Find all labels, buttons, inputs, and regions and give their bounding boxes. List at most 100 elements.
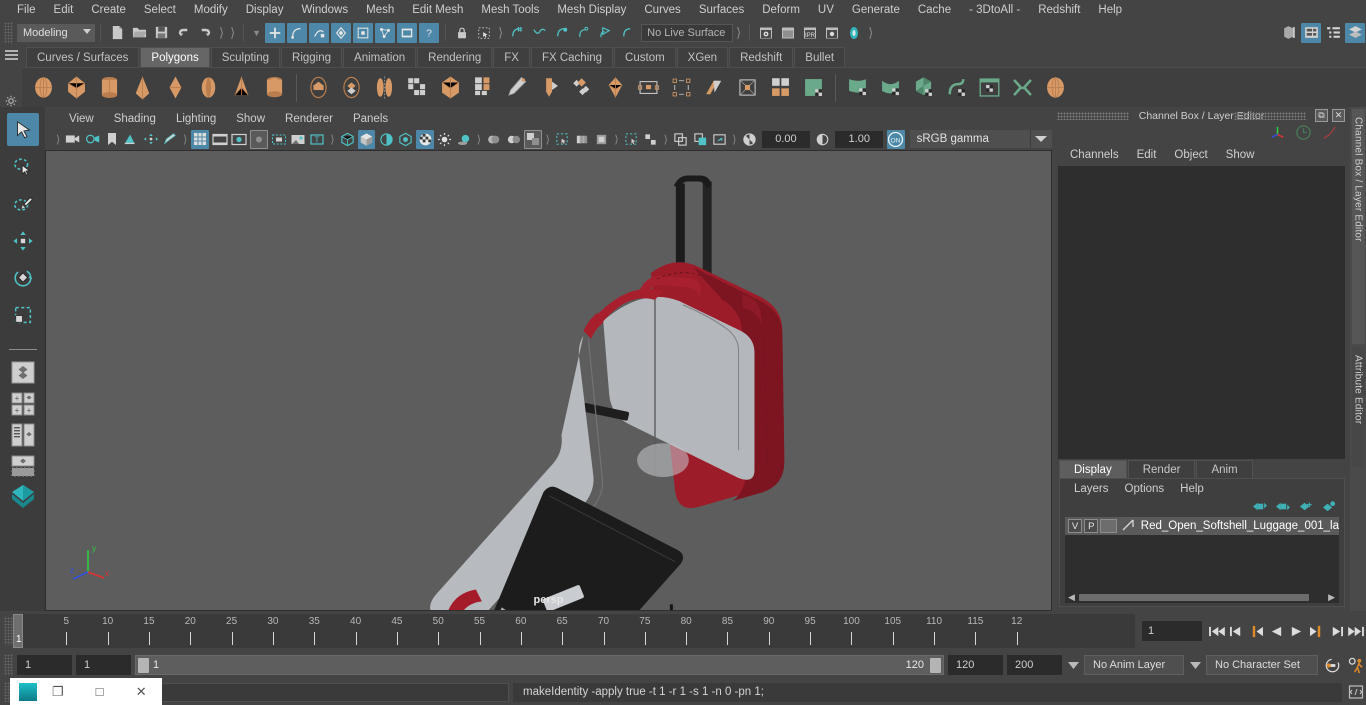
shelf-button-poly-cylinder[interactable] <box>94 72 125 103</box>
gamma-icon[interactable] <box>814 130 831 149</box>
shelf-tab-animation[interactable]: Animation <box>343 47 417 67</box>
channel-box-content[interactable] <box>1058 166 1345 459</box>
go-to-start-icon[interactable] <box>1206 620 1226 642</box>
modeling-toolkit-icon[interactable] <box>1279 23 1299 43</box>
shelf-tab-bullet[interactable]: Bullet <box>794 47 846 67</box>
shelf-button-poly-sculpt[interactable] <box>732 72 763 103</box>
layer-playback-toggle[interactable]: P <box>1084 519 1099 533</box>
layer-color-swatch[interactable] <box>1100 519 1117 533</box>
shelf-button-poly-extrude[interactable] <box>468 72 499 103</box>
menu-edit-mesh[interactable]: Edit Mesh <box>403 0 472 20</box>
layer-list[interactable]: V P Red_Open_Softshell_Luggage_001_la <box>1065 517 1339 591</box>
layer-menu-help[interactable]: Help <box>1172 483 1212 495</box>
shelf-button-uv-spherical[interactable] <box>908 72 939 103</box>
scroll-right-arrow[interactable]: ▶ <box>1328 592 1335 603</box>
status-line-grip[interactable] <box>4 21 13 44</box>
transform-manip-icon[interactable] <box>1269 124 1286 144</box>
shelf-tab-polygons[interactable]: Polygons <box>140 47 210 67</box>
hud-toggle-icon[interactable] <box>642 130 659 149</box>
color-space-selector[interactable]: sRGB gamma <box>909 130 1030 148</box>
channel-box-menu-show[interactable]: Show <box>1217 149 1264 161</box>
shelf-button-poly-reduce[interactable] <box>633 72 664 103</box>
shelf-button-poly-boolean-union[interactable] <box>303 72 334 103</box>
exposure-field[interactable]: 0.00 <box>762 130 810 148</box>
scroll-thumb[interactable] <box>1079 593 1309 601</box>
time-cursor[interactable]: 1 <box>13 614 23 648</box>
shelf-button-uv-snapshot[interactable] <box>1040 72 1071 103</box>
shadows-icon[interactable] <box>455 130 472 149</box>
step-back-keyframe-icon[interactable] <box>1226 620 1246 642</box>
snap-curve-icon[interactable] <box>529 23 549 43</box>
menu-redshift[interactable]: Redshift <box>1029 0 1089 20</box>
shelf-button-poly-cube[interactable] <box>61 72 92 103</box>
shelf-button-poly-torus[interactable] <box>160 72 191 103</box>
shelf-tab-fx[interactable]: FX <box>493 47 530 67</box>
layer-editor-tab-anim[interactable]: Anim <box>1196 460 1253 478</box>
anim-layer-dropdown-arrow[interactable] <box>1066 655 1080 675</box>
chevron-down-icon[interactable]: ▼ <box>249 28 264 38</box>
hypershade-icon[interactable] <box>844 23 864 43</box>
channel-box-menu-channels[interactable]: Channels <box>1061 149 1128 161</box>
scroll-left-arrow[interactable]: ◀ <box>1068 592 1075 603</box>
shelf-tab-redshift[interactable]: Redshift <box>729 47 794 67</box>
shelf-button-poly-mirror[interactable] <box>369 72 400 103</box>
xray-active-components-icon[interactable] <box>623 130 640 149</box>
menu-create[interactable]: Create <box>82 0 135 20</box>
time-slider[interactable]: 1 5 10 15 20 25 30 35 40 45 50 55 60 65 70 75 80 85 90 95 1… <box>13 614 1135 648</box>
shelf-button-uv-cylindrical[interactable] <box>875 72 906 103</box>
grid-toggle-icon[interactable] <box>191 129 209 149</box>
layer-visibility-toggle[interactable]: V <box>1068 519 1083 533</box>
new-layer-icon[interactable] <box>1298 500 1313 516</box>
character-set-dropdown-arrow[interactable] <box>1188 655 1202 675</box>
mask-hull-icon[interactable] <box>353 22 374 43</box>
maximize-window-icon[interactable]: □ <box>79 684 121 699</box>
textured-icon[interactable] <box>416 129 434 149</box>
menu-windows[interactable]: Windows <box>292 0 357 20</box>
shelf-button-poly-triangulate[interactable] <box>666 72 697 103</box>
lock-camera-icon[interactable] <box>84 130 101 149</box>
time-slider-grip[interactable] <box>4 617 13 645</box>
shelf-button-poly-smooth[interactable] <box>435 72 466 103</box>
select-camera-icon[interactable] <box>64 130 81 149</box>
field-chart-icon[interactable] <box>270 130 287 149</box>
curve-icon[interactable] <box>1321 124 1338 144</box>
rotate-tool[interactable] <box>7 261 39 294</box>
menu-cache[interactable]: Cache <box>909 0 960 20</box>
save-scene-icon[interactable] <box>151 23 171 43</box>
vtab-attribute-editor[interactable]: Attribute Editor <box>1351 347 1365 467</box>
menu-surfaces[interactable]: Surfaces <box>690 0 753 20</box>
four-view-layout[interactable]: + + + <box>8 391 38 417</box>
menu-select[interactable]: Select <box>135 0 185 20</box>
shelf-button-poly-bevel[interactable] <box>501 72 532 103</box>
move-layer-down-icon[interactable] <box>1275 500 1290 516</box>
maya-app-icon[interactable] <box>19 682 37 701</box>
restore-window-icon[interactable]: ❐ <box>37 684 79 700</box>
menu-help[interactable]: Help <box>1089 0 1131 20</box>
move-tool[interactable] <box>7 224 39 257</box>
current-frame-field[interactable]: 1 <box>1142 621 1202 641</box>
animation-preferences-icon[interactable] <box>1346 654 1366 676</box>
step-forward-keyframe-icon[interactable] <box>1326 620 1346 642</box>
mask-line-icon[interactable] <box>375 22 396 43</box>
single-perspective-layout[interactable] <box>8 360 38 386</box>
menu-file[interactable]: File <box>8 0 45 20</box>
menu-curves[interactable]: Curves <box>635 0 689 20</box>
menu-mesh-display[interactable]: Mesh Display <box>548 0 635 20</box>
layer-row[interactable]: V P Red_Open_Softshell_Luggage_001_la <box>1065 517 1339 535</box>
menu-edit[interactable]: Edit <box>45 0 83 20</box>
close-window-icon[interactable]: ✕ <box>120 684 162 700</box>
restore-icon[interactable]: ⧉ <box>1315 109 1328 122</box>
menu-modify[interactable]: Modify <box>185 0 237 20</box>
snap-view-plane-icon[interactable] <box>595 23 615 43</box>
panel-grip-left[interactable] <box>1057 111 1129 120</box>
select-tool[interactable] <box>6 113 39 146</box>
mask-face-icon[interactable] <box>397 22 418 43</box>
shelf-tab-sculpting[interactable]: Sculpting <box>210 47 281 67</box>
select-by-hierarchy-icon[interactable] <box>265 22 286 43</box>
smooth-shade-all-icon[interactable] <box>357 129 376 149</box>
viewport-menu-renderer[interactable]: Renderer <box>275 113 343 125</box>
shelf-button-poly-bridge[interactable] <box>534 72 565 103</box>
multisample-icon[interactable] <box>524 129 542 149</box>
step-back-frame-icon[interactable] <box>1246 620 1266 642</box>
move-layer-up-icon[interactable] <box>1252 500 1267 516</box>
